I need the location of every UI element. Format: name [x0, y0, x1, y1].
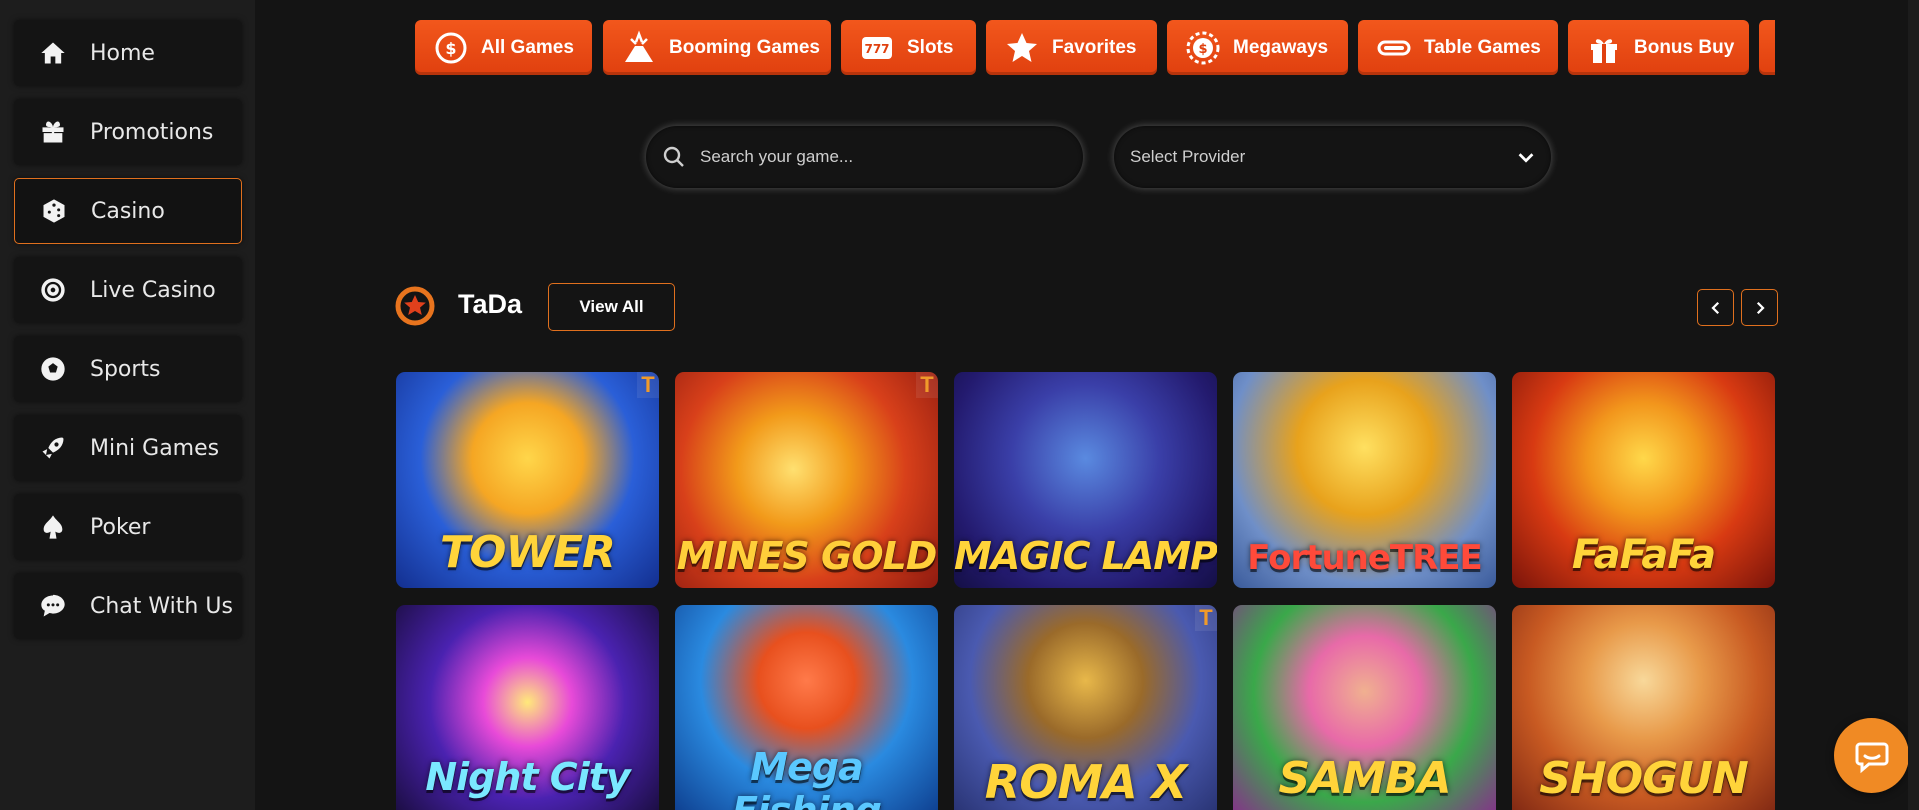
game-title: Mega Fishing [732, 745, 882, 810]
section-title: TaDa [458, 289, 523, 319]
category-booming-games[interactable]: Booming Games [603, 20, 831, 75]
chat-icon [1855, 742, 1888, 773]
chat-bubble-icon [38, 591, 68, 621]
game-title: MINES GOLD [676, 534, 938, 578]
category-bonus-buy[interactable]: Bonus Buy [1568, 20, 1749, 75]
sidebar-item-label: Casino [91, 198, 165, 224]
gift-box-icon [1584, 28, 1624, 68]
provider-select[interactable]: Select Provider [1114, 126, 1551, 188]
sidebar-item-casino[interactable]: Casino [14, 178, 242, 244]
category-label: Megaways [1233, 36, 1329, 58]
category-slots[interactable]: 777 Slots [841, 20, 976, 75]
gift-icon [38, 117, 68, 147]
live-chat-button[interactable] [1834, 718, 1909, 793]
category-more[interactable] [1759, 20, 1775, 75]
rocket-icon [38, 433, 68, 463]
game-tile-samba[interactable]: SAMBA [1233, 605, 1496, 810]
dollar-chip-icon: $ [1183, 28, 1223, 68]
page-scrollbar[interactable] [1908, 0, 1919, 810]
category-label: Favorites [1052, 36, 1137, 58]
game-tile-night-city[interactable]: Night City [396, 605, 659, 810]
view-all-button[interactable]: View All [548, 283, 675, 331]
search-icon [663, 146, 684, 167]
game-tile-mines-gold[interactable]: T MINES GOLD [675, 372, 938, 588]
provider-badge: T [637, 372, 659, 398]
sidebar-item-label: Live Casino [90, 277, 216, 303]
chevron-down-icon [1518, 153, 1534, 163]
sidebar: Home Promotions Casino Live Casino Sport… [0, 0, 255, 810]
soccer-ball-icon [38, 354, 68, 384]
provider-badge: T [916, 372, 938, 398]
coin-dollar-icon: $ [431, 28, 471, 68]
svg-text:$: $ [445, 39, 456, 58]
svg-text:$: $ [1198, 42, 1207, 57]
sidebar-item-sports[interactable]: Sports [14, 336, 242, 402]
sidebar-item-label: Chat With Us [90, 593, 233, 619]
game-tile-magic-lamp[interactable]: MAGIC LAMP [954, 372, 1217, 588]
category-label: Table Games [1424, 36, 1541, 58]
sidebar-item-chat[interactable]: Chat With Us [14, 573, 242, 639]
category-megaways[interactable]: $ Megaways [1167, 20, 1348, 75]
game-tile-shogun[interactable]: SHOGUN [1512, 605, 1775, 810]
sidebar-item-mini-games[interactable]: Mini Games [14, 415, 242, 481]
game-title: FortuneTREE [1247, 538, 1483, 578]
provider-badge: T [1195, 605, 1217, 631]
game-title: SHOGUN [1539, 753, 1749, 804]
dice-icon [39, 196, 69, 226]
main-content: $ All Games Booming Games 777 Slots Favo… [255, 0, 1919, 810]
game-tile-roma-x[interactable]: T ROMA X [954, 605, 1217, 810]
home-icon [38, 38, 68, 68]
provider-select-value: Select Provider [1130, 147, 1246, 166]
sidebar-item-promotions[interactable]: Promotions [14, 99, 242, 165]
volcano-icon [619, 28, 659, 68]
category-table-games[interactable]: Table Games [1358, 20, 1558, 75]
category-label: Slots [907, 36, 954, 58]
sidebar-item-label: Mini Games [90, 435, 220, 461]
game-title: MAGIC LAMP [954, 534, 1217, 578]
search-box [646, 126, 1083, 188]
category-label: Bonus Buy [1634, 36, 1735, 58]
star-icon [1002, 28, 1042, 68]
sidebar-item-label: Poker [90, 514, 151, 540]
game-tile-tower[interactable]: T TOWER [396, 372, 659, 588]
category-bar: $ All Games Booming Games 777 Slots Favo… [415, 20, 1775, 76]
sidebar-item-label: Home [90, 40, 155, 66]
tada-logo-icon [395, 286, 435, 326]
category-all-games[interactable]: $ All Games [415, 20, 592, 75]
category-label: All Games [481, 36, 574, 58]
sidebar-item-label: Sports [90, 356, 161, 382]
game-title: SAMBA [1278, 753, 1451, 804]
sidebar-item-label: Promotions [90, 119, 214, 145]
category-favorites[interactable]: Favorites [986, 20, 1157, 75]
table-icon [1374, 28, 1414, 68]
chevron-right-icon [1756, 301, 1765, 314]
game-tile-fortune-tree[interactable]: FortuneTREE [1233, 372, 1496, 588]
game-title: FaFaFa [1571, 532, 1716, 578]
game-title: Night City [425, 755, 630, 799]
game-tile-mega-fishing[interactable]: Mega Fishing [675, 605, 938, 810]
sidebar-item-home[interactable]: Home [14, 20, 242, 86]
search-input[interactable] [700, 147, 1060, 167]
category-label: Booming Games [669, 36, 820, 58]
slot-777-icon: 777 [857, 28, 897, 68]
svg-text:777: 777 [864, 42, 889, 56]
spade-icon [38, 512, 68, 542]
game-tile-fafafa[interactable]: FaFaFa [1512, 372, 1775, 588]
game-title: ROMA X [984, 755, 1187, 809]
roulette-icon [38, 275, 68, 305]
chevron-left-icon [1710, 301, 1719, 314]
next-button[interactable] [1741, 289, 1778, 326]
game-title: TOWER [440, 527, 616, 578]
sidebar-item-live-casino[interactable]: Live Casino [14, 257, 242, 323]
prev-button[interactable] [1697, 289, 1734, 326]
sidebar-item-poker[interactable]: Poker [14, 494, 242, 560]
